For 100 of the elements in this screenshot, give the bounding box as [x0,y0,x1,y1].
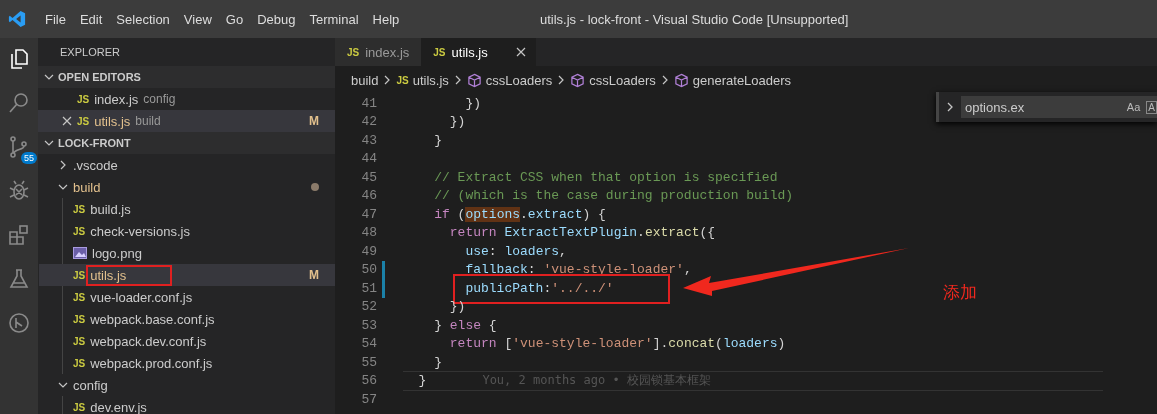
open-editor-row[interactable]: JS utils.js build M [38,110,335,132]
js-file-icon: JS [433,46,446,58]
line-number: 43 [360,132,377,148]
chevron-right-icon [58,160,68,170]
line-number: 54 [360,336,377,352]
file-name: build.js [90,201,131,217]
code-line: } [433,354,442,370]
cube-icon [466,72,482,88]
js-file-icon: JS [396,74,409,86]
file-name: check-versions.js [90,223,190,239]
folder-name: build [73,179,101,195]
line-number: 50 [360,262,377,278]
folder-row[interactable]: .vscode [38,154,335,176]
cube-icon [673,72,689,88]
code-line: use: loaders, [464,243,567,259]
menu-item[interactable]: Selection [109,11,177,27]
js-file-icon: JS [347,46,360,58]
window-title: utils.js - lock-front - Visual Studio Code [Unsupported] [540,11,849,27]
file-name: utils.js [86,264,173,286]
code-line: // Extract CSS when that option is specified [433,169,778,185]
breadcrumb-item[interactable]: build [351,72,379,88]
menu-item[interactable]: Edit [72,11,110,27]
editor-tab[interactable]: JS utils.js [421,38,536,66]
breadcrumb-item[interactable]: cssLoaders [485,72,553,88]
folder-name: .vscode [73,157,118,173]
folder-row[interactable]: config [38,374,335,396]
menu-item[interactable]: Debug [250,11,303,27]
count-badge: 55 [21,152,37,164]
code-line: }) [448,114,466,130]
menu-item[interactable]: View [176,11,219,27]
open-editor-row[interactable]: JS index.js config [38,88,335,110]
js-file-icon: JS [73,269,86,281]
line-number: 56 [360,373,377,389]
js-file-icon: JS [73,291,86,303]
close-icon[interactable] [62,116,72,126]
git-status-label: M [309,114,319,128]
file-name: index.js [94,91,139,107]
file-name: dev.env.js [90,399,147,414]
file-name: utils.js [94,113,131,129]
file-name: webpack.dev.conf.js [90,333,207,349]
file-row[interactable]: JS webpack.dev.conf.js [39,330,335,352]
js-file-icon: JS [73,225,86,237]
folder-hint: build [135,114,161,128]
folder-name: config [73,377,108,393]
menu-item[interactable]: File [38,11,73,27]
js-file-icon: JS [77,93,90,105]
file-name: vue-loader.conf.js [90,289,193,305]
js-file-icon: JS [73,335,86,347]
file-row[interactable]: JS vue-loader.conf.js [39,286,335,308]
line-number: 49 [360,243,377,259]
cube-icon [570,72,586,88]
find-input[interactable]: options.ex Aa A [961,96,1157,118]
file-row[interactable]: logo.png [39,242,335,264]
image-file-icon [73,247,87,259]
line-number: 42 [360,114,377,130]
breadcrumb-item[interactable]: cssLoaders [589,72,656,88]
chevron-down-icon [44,72,54,82]
chevron-right-icon[interactable] [945,102,955,112]
line-number: 48 [360,225,377,241]
find-option-toggle[interactable]: A [1146,100,1157,114]
file-row[interactable]: JS utils.js M [39,264,335,286]
menu-item[interactable]: Go [218,11,251,27]
menu-item[interactable]: Terminal [302,11,366,27]
line-number: 47 [360,206,377,222]
file-row[interactable]: JS dev.env.js [39,396,335,414]
chevron-down-icon [58,182,68,192]
close-icon[interactable] [515,47,526,57]
js-file-icon: JS [77,115,90,127]
line-number: 52 [360,299,377,315]
file-row[interactable]: JS webpack.prod.conf.js [39,352,335,374]
code-line: }) [464,95,481,111]
editor-tab[interactable]: JS index.js [335,38,422,66]
js-file-icon: JS [73,357,86,369]
folder-hint: config [143,92,176,106]
menu-item[interactable]: Help [365,11,407,27]
line-number: 44 [360,151,377,167]
breadcrumb-item[interactable]: utils.js [412,72,449,88]
code-line: // (which is the case during production build) [433,188,794,204]
file-row[interactable]: JS build.js [39,198,335,220]
line-number: 46 [360,188,377,204]
find-option-toggle[interactable]: Aa [1126,101,1141,113]
code-line: return ExtractTextPlugin.extract({ [448,225,716,241]
line-number: 45 [360,169,377,185]
chevron-down-icon [58,380,68,390]
breadcrumb-item[interactable]: generateLoaders [692,72,792,88]
file-row[interactable]: JS webpack.base.conf.js [39,308,335,330]
section-header[interactable]: OPEN EDITORS [38,66,335,88]
code-line: } else { [433,317,497,333]
file-name: logo.png [92,245,142,261]
section-header[interactable]: LOCK-FRONT [38,132,335,154]
line-number: 55 [360,354,377,370]
line-number: 53 [360,317,377,333]
code-editor-logo-icon [8,10,26,28]
js-file-icon: JS [73,313,86,325]
js-file-icon: JS [73,203,86,215]
sidebar-title: EXPLORER [59,45,121,60]
file-row[interactable]: JS check-versions.js [39,220,335,242]
line-number: 41 [360,95,377,111]
file-name: webpack.prod.conf.js [90,355,213,371]
folder-row[interactable]: build [38,176,335,198]
